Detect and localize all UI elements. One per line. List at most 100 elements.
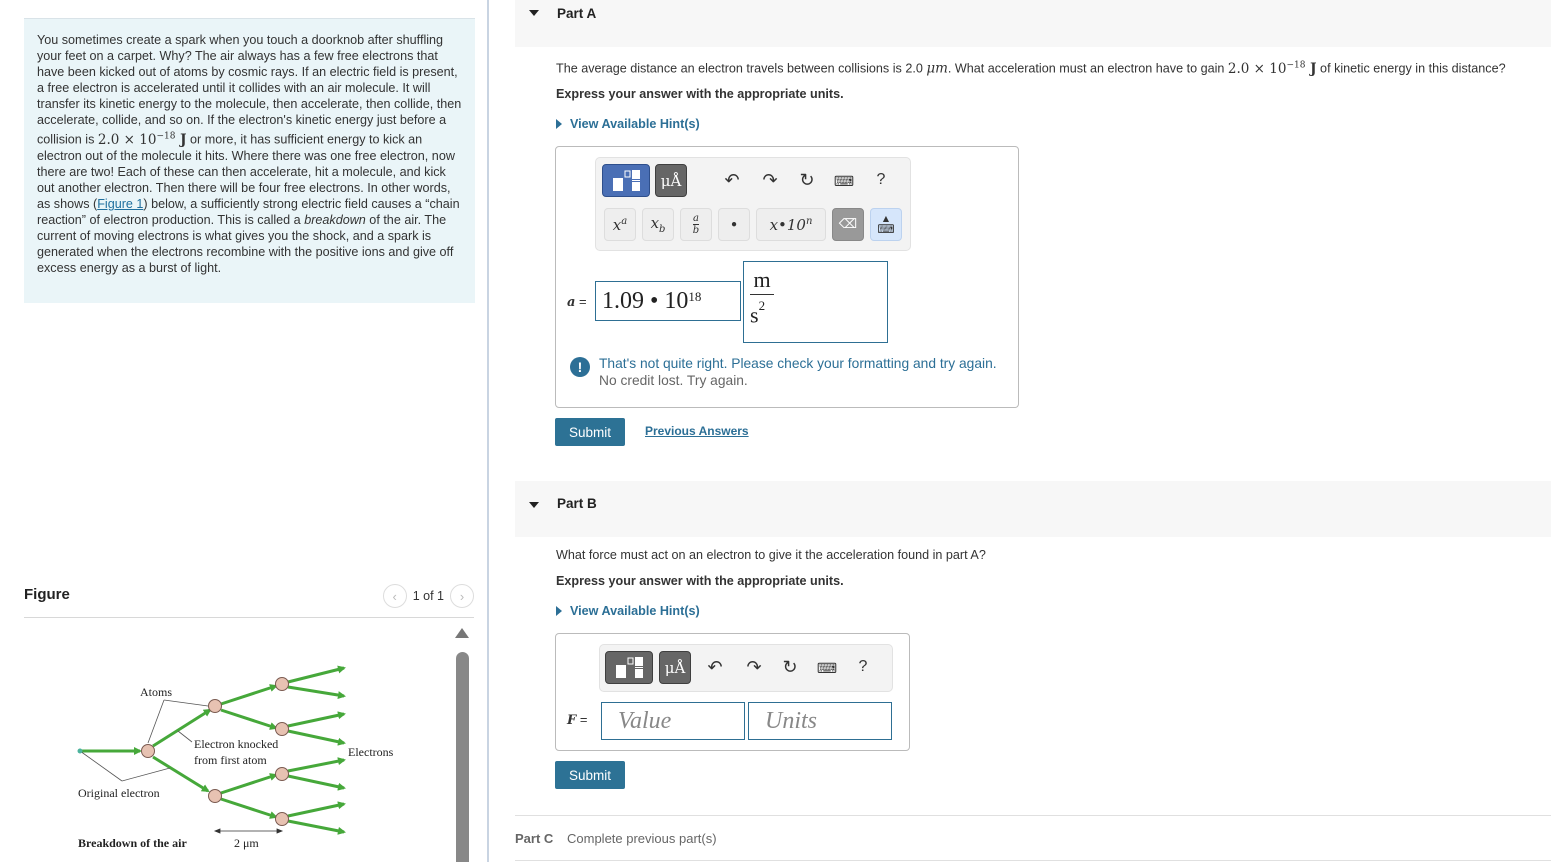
part-b-submit-button[interactable]: Submit — [555, 761, 625, 789]
keyboard-icon[interactable]: ⌨ — [833, 173, 855, 190]
templates-icon — [613, 169, 640, 191]
figure-pager: ‹ 1 of 1 › — [382, 584, 474, 608]
label-scale: 2 μm — [234, 836, 259, 850]
label-electrons: Electrons — [348, 745, 394, 759]
part-a-units-input[interactable]: m s2 — [743, 261, 888, 343]
label-original: Original electron — [78, 786, 160, 800]
feedback-subtext: No credit lost. Try again. — [599, 373, 748, 388]
arrow — [220, 684, 278, 706]
part-a-value-input[interactable]: 1.09 • 10 18 — [595, 281, 741, 321]
original-electron-dot — [77, 748, 83, 754]
atoms — [141, 677, 289, 826]
part-b-instruction: Express your answer with the appropriate… — [556, 574, 844, 588]
part-b-units-input[interactable]: Units — [748, 702, 892, 740]
units-button[interactable]: μÅ — [659, 651, 691, 684]
part-b-title: Part B — [557, 496, 597, 511]
scrollbar-thumb[interactable] — [456, 652, 469, 862]
label-leaders — [79, 699, 209, 782]
part-a-submit-button[interactable]: Submit — [555, 418, 625, 446]
part-a-header[interactable]: Part A — [515, 0, 1551, 47]
keyboard-toggle-icon[interactable]: ▲ ⌨ — [870, 208, 902, 241]
atom — [275, 677, 289, 691]
panel-divider[interactable] — [487, 0, 489, 862]
caret-right-icon — [556, 119, 562, 129]
undo-icon[interactable]: ↶ — [704, 657, 726, 678]
figure-title: Figure — [24, 586, 70, 603]
units-button[interactable]: μÅ — [655, 164, 687, 197]
caret-right-icon — [556, 606, 562, 616]
atom — [208, 789, 222, 803]
figure-1-link[interactable]: Figure 1 — [97, 197, 143, 211]
scale-bar — [213, 828, 284, 834]
arrow — [287, 801, 346, 818]
dot-button[interactable]: • — [718, 208, 750, 241]
unit-denominator: s2 — [750, 298, 766, 328]
left-panel: You sometimes create a spark when you to… — [0, 0, 488, 862]
arrow — [220, 797, 278, 819]
part-a-title: Part A — [557, 6, 597, 21]
collapse-caret-icon[interactable] — [529, 10, 539, 16]
arrow — [287, 729, 346, 746]
arrow — [287, 774, 346, 791]
part-c-title: Part C — [515, 831, 554, 846]
breakdown-figure: Atoms Electron knocked from first atom E… — [77, 665, 394, 850]
part-a-question: The average distance an electron travels… — [556, 60, 1506, 77]
subscript-button[interactable]: xb — [642, 208, 674, 241]
backspace-icon[interactable]: ⌫ — [832, 208, 864, 241]
part-a-hint-toggle[interactable]: View Available Hint(s) — [556, 117, 700, 131]
hint-label: View Available Hint(s) — [570, 604, 700, 618]
redo-icon[interactable]: ↷ — [759, 170, 781, 191]
alert-icon: ! — [570, 357, 590, 377]
reset-icon[interactable]: ↻ — [796, 170, 818, 191]
arrow — [287, 665, 346, 684]
collapse-caret-icon[interactable] — [529, 502, 539, 508]
help-icon[interactable]: ? — [870, 171, 892, 189]
arrow — [220, 708, 278, 730]
part-b-variable-label: F = — [567, 712, 588, 728]
fraction-button[interactable]: ab — [680, 208, 712, 241]
figure-page-count: 1 of 1 — [412, 589, 444, 603]
arrow — [220, 773, 278, 795]
label-knocked-1: Electron knocked — [194, 737, 278, 751]
part-a-math-toolbar: μÅ ↶ ↷ ↻ ⌨ ? xa xb ab • x•10n ⌫ ▲ ⌨ — [595, 157, 911, 251]
figure-header: Figure ‹ 1 of 1 › — [24, 584, 474, 618]
part-a-feedback: ! That's not quite right. Please check y… — [570, 356, 997, 388]
atom — [208, 699, 222, 713]
label-atoms: Atoms — [140, 685, 172, 699]
part-c-row: Part C Complete previous part(s) — [515, 815, 1551, 861]
atom — [275, 722, 289, 736]
problem-intro: You sometimes create a spark when you to… — [24, 18, 475, 303]
arrow — [287, 685, 346, 699]
keyboard-icon[interactable]: ⌨ — [816, 660, 838, 677]
part-b-value-input[interactable]: Value — [601, 702, 745, 740]
part-c-status: Complete previous part(s) — [567, 831, 717, 846]
feedback-message: That's not quite right. Please check you… — [599, 356, 997, 371]
chevron-right-icon[interactable]: › — [450, 584, 474, 608]
hint-label: View Available Hint(s) — [570, 117, 700, 131]
sci-notation-button[interactable]: x•10n — [756, 208, 826, 241]
scroll-up-arrow[interactable] — [455, 628, 469, 638]
arrow — [287, 757, 346, 773]
templates-button[interactable] — [605, 651, 653, 684]
templates-button[interactable] — [602, 164, 650, 197]
superscript-button[interactable]: xa — [604, 208, 636, 241]
reset-icon[interactable]: ↻ — [779, 657, 801, 678]
undo-icon[interactable]: ↶ — [721, 170, 743, 191]
part-b-header[interactable]: Part B — [515, 481, 1551, 537]
chevron-left-icon[interactable]: ‹ — [382, 584, 407, 608]
atom — [275, 812, 289, 826]
redo-icon[interactable]: ↷ — [743, 657, 765, 678]
help-icon[interactable]: ? — [852, 658, 874, 676]
templates-icon — [616, 656, 643, 678]
atom — [275, 767, 289, 781]
part-b-hint-toggle[interactable]: View Available Hint(s) — [556, 604, 700, 618]
atom — [141, 744, 155, 758]
label-knocked-2: from first atom — [194, 753, 267, 767]
intro-emphasis: breakdown — [304, 213, 366, 228]
part-b-answer-box: μÅ ↶ ↷ ↻ ⌨ ? F = Value Units — [555, 633, 910, 751]
part-b-question: What force must act on an electron to gi… — [556, 548, 986, 562]
part-a-instruction: Express your answer with the appropriate… — [556, 87, 844, 101]
energy-math: 2.0 × 10−18 J — [97, 131, 187, 148]
arrow — [287, 819, 346, 835]
previous-answers-link[interactable]: Previous Answers — [645, 424, 749, 438]
